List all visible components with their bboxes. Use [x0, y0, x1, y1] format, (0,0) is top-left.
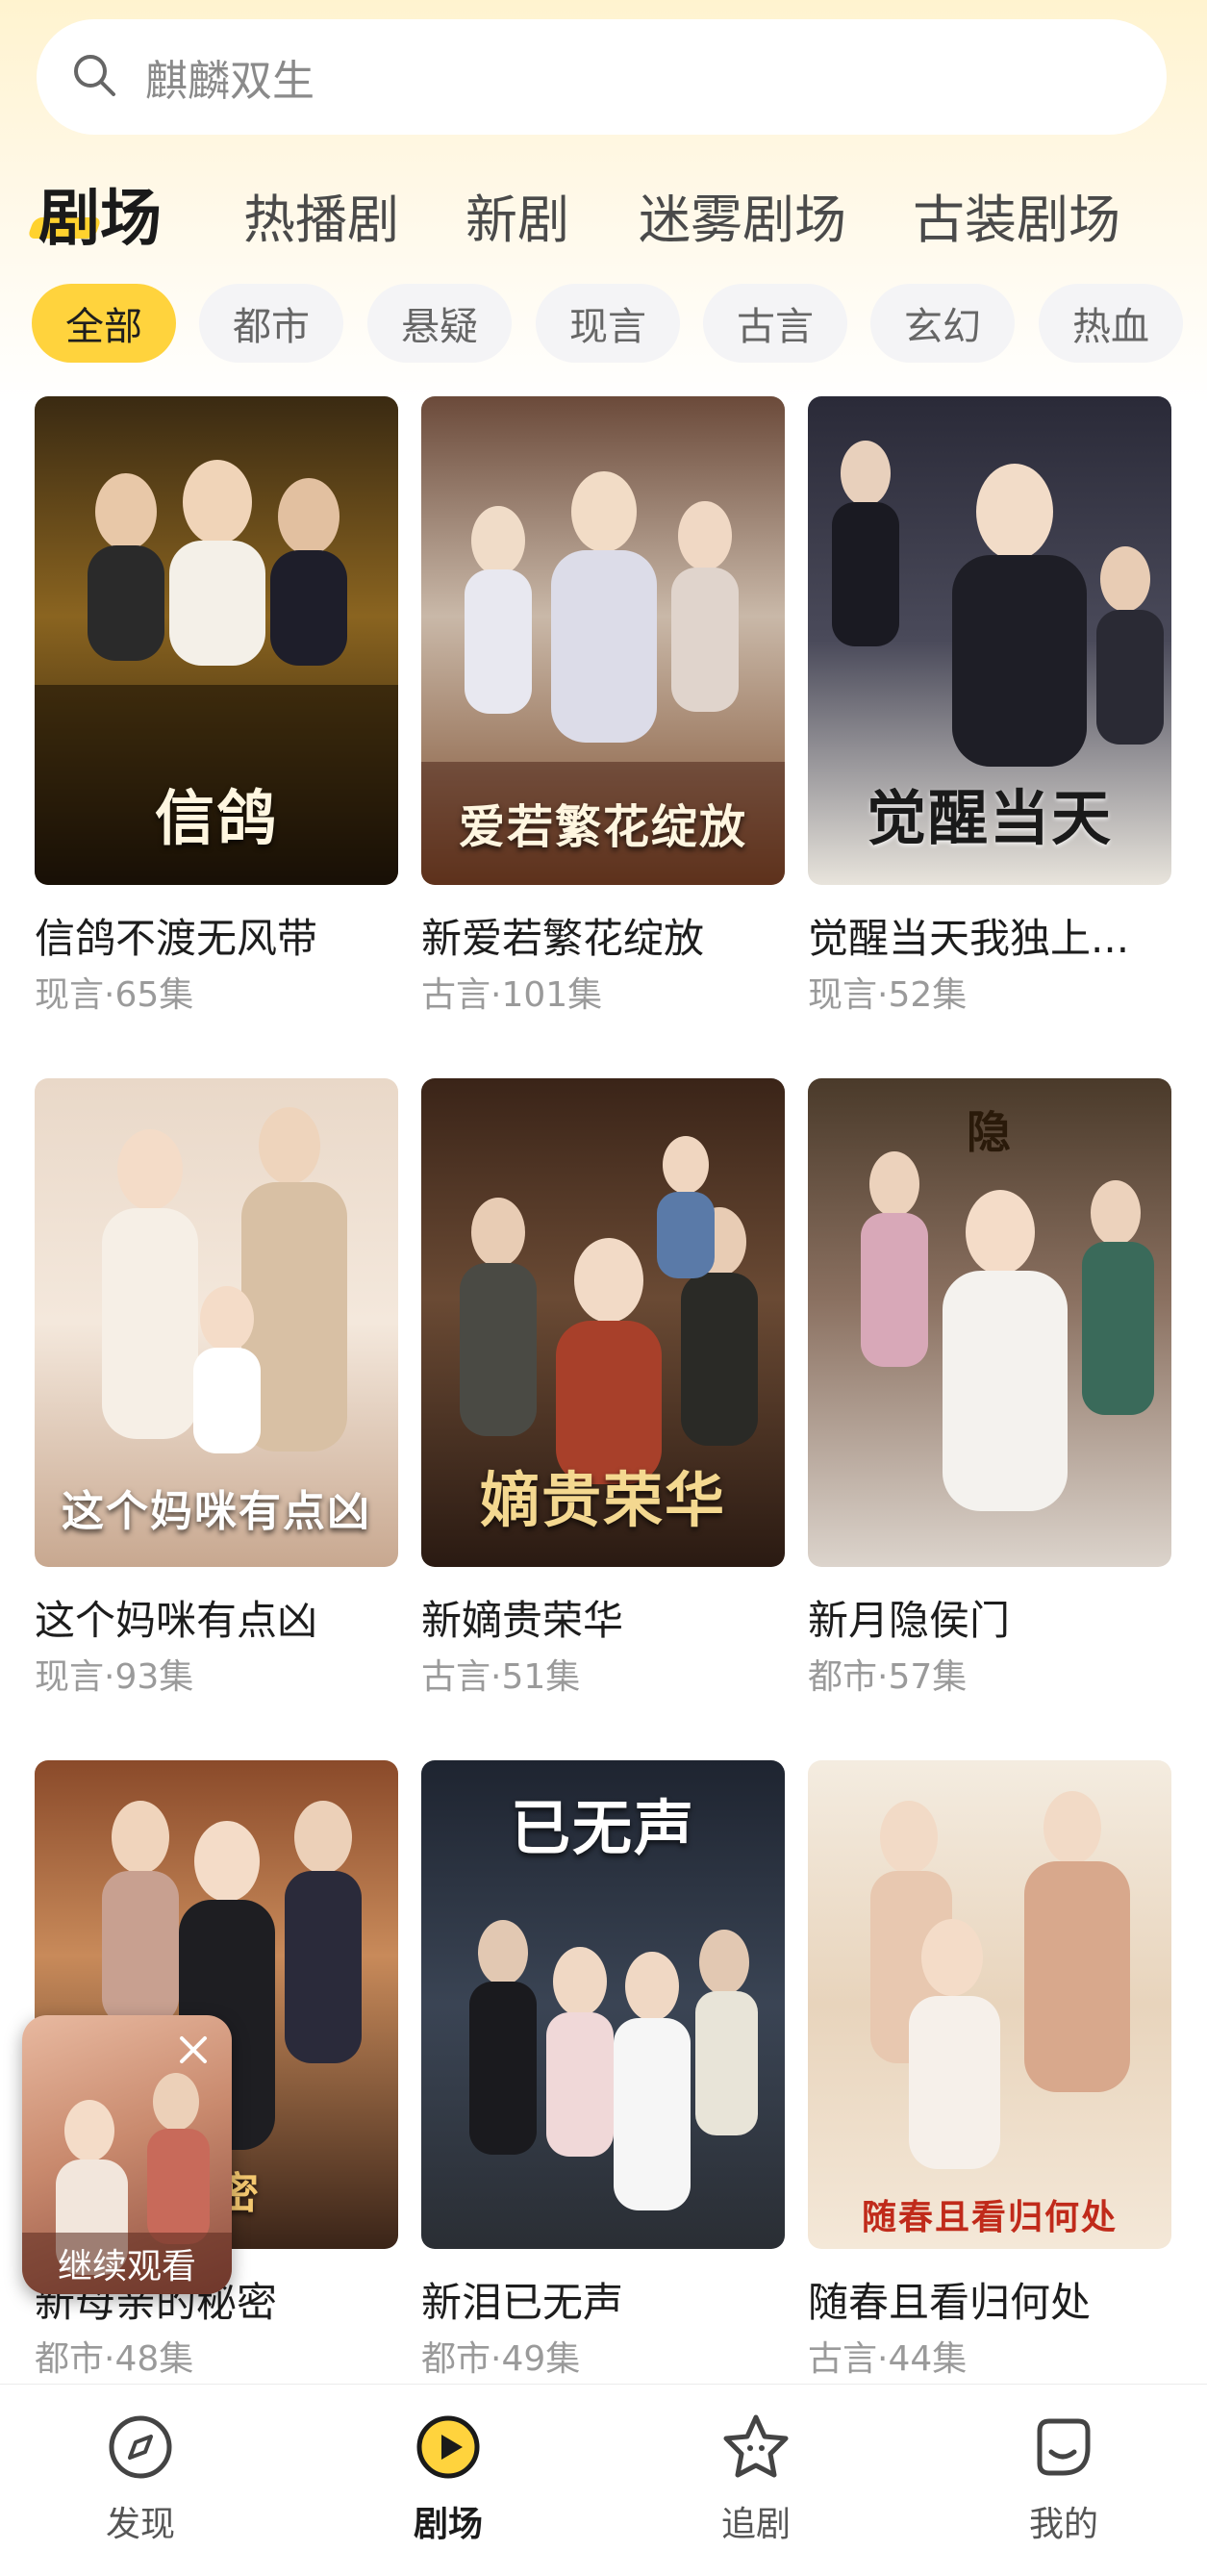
poster-title: 爱若繁花绽放 — [458, 800, 747, 854]
profile-icon — [977, 2410, 1150, 2485]
drama-card[interactable]: 嫡贵荣华 新嫡贵荣华 古言·51集 — [421, 1078, 785, 1697]
chip-modern-romance[interactable]: 现言 — [536, 284, 680, 363]
chip-suspense[interactable]: 悬疑 — [367, 284, 512, 363]
star-house-icon — [669, 2410, 842, 2485]
drama-poster[interactable]: 已无声 — [421, 1760, 785, 2249]
drama-meta: 都市·57集 — [808, 1657, 968, 1697]
poster-title: 隐 — [967, 1106, 1013, 1158]
drama-meta: 都市·48集 — [35, 2339, 194, 2379]
drama-poster[interactable]: 隐 — [808, 1078, 1171, 1567]
drama-title: 信鸽不渡无风带 — [35, 915, 318, 962]
drama-meta: 现言·93集 — [35, 1657, 194, 1697]
poster-title: 信鸽 — [154, 783, 278, 853]
nav-following[interactable]: 追剧 — [669, 2410, 842, 2546]
tab-new[interactable]: 新剧 — [465, 177, 569, 253]
drama-poster[interactable]: 觉醒当天 — [808, 396, 1171, 885]
nav-profile[interactable]: 我的 — [977, 2410, 1150, 2546]
tab-costume[interactable]: 古装剧场 — [913, 177, 1120, 253]
search-bar[interactable]: 麒麟双生 — [37, 19, 1167, 135]
drama-card[interactable]: 隐 新月隐侯门 都市·57集 — [808, 1078, 1171, 1697]
chip-fantasy[interactable]: 玄幻 — [870, 284, 1015, 363]
drama-poster[interactable]: 嫡贵荣华 — [421, 1078, 785, 1567]
nav-label: 追剧 — [720, 2505, 791, 2544]
compass-icon — [54, 2410, 227, 2485]
continue-watching-widget[interactable]: 继续观看 — [22, 2015, 232, 2294]
drama-meta: 都市·49集 — [421, 2339, 581, 2379]
chip-ancient-romance[interactable]: 古言 — [703, 284, 847, 363]
drama-title: 新泪已无声 — [421, 2279, 624, 2326]
nav-theater[interactable]: 剧场 — [362, 2410, 535, 2546]
drama-title: 新月隐侯门 — [808, 1597, 1011, 1644]
tab-mystery[interactable]: 迷雾剧场 — [639, 177, 846, 253]
poster-title: 觉醒当天 — [866, 783, 1113, 853]
drama-poster[interactable]: 这个妈咪有点凶 — [35, 1078, 398, 1567]
drama-title: 这个妈咪有点凶 — [35, 1597, 318, 1644]
nav-label: 剧场 — [413, 2505, 483, 2544]
continue-watching-label: 继续观看 — [22, 2233, 232, 2294]
nav-label: 我的 — [1028, 2505, 1098, 2544]
drama-title: 新嫡贵荣华 — [421, 1597, 624, 1644]
genre-chips: 全部 都市 悬疑 现言 古言 玄幻 热血 — [0, 284, 1207, 370]
drama-title: 新爱若繁花绽放 — [421, 915, 705, 962]
drama-title: 随春且看归何处 — [808, 2279, 1092, 2326]
drama-meta: 现言·65集 — [35, 975, 194, 1015]
poster-title: 这个妈咪有点凶 — [62, 1487, 371, 1536]
bottom-nav: 发现 剧场 追剧 我的 — [0, 2384, 1207, 2576]
drama-poster[interactable]: 信鸽 — [35, 396, 398, 885]
poster-title: 随春且看归何处 — [861, 2197, 1118, 2237]
search-input[interactable]: 麒麟双生 — [145, 46, 314, 108]
close-icon[interactable] — [176, 2033, 211, 2067]
nav-label: 发现 — [105, 2505, 175, 2544]
search-icon — [70, 51, 118, 103]
tab-theater[interactable]: 剧场 — [38, 169, 162, 258]
drama-card[interactable]: 这个妈咪有点凶 这个妈咪有点凶 现言·93集 — [35, 1078, 398, 1697]
drama-meta: 现言·52集 — [808, 975, 968, 1015]
poster-title: 已无声 — [510, 1793, 695, 1863]
drama-card[interactable]: 信鸽 信鸽不渡无风带 现言·65集 — [35, 396, 398, 1015]
drama-meta: 古言·101集 — [421, 975, 603, 1015]
tab-hot[interactable]: 热播剧 — [243, 177, 399, 253]
chip-urban[interactable]: 都市 — [199, 284, 343, 363]
drama-card[interactable]: 觉醒当天 觉醒当天我独上... 现言·52集 — [808, 396, 1171, 1015]
chip-all[interactable]: 全部 — [32, 284, 176, 363]
drama-card[interactable]: 随春且看归何处 随春且看归何处 古言·44集 — [808, 1760, 1171, 2379]
chip-action[interactable]: 热血 — [1039, 284, 1183, 363]
drama-meta: 古言·44集 — [808, 2339, 968, 2379]
drama-card[interactable]: 爱若繁花绽放 新爱若繁花绽放 古言·101集 — [421, 396, 785, 1015]
play-icon — [362, 2410, 535, 2485]
drama-card[interactable]: 已无声 新泪已无声 都市·49集 — [421, 1760, 785, 2379]
poster-title: 嫡贵荣华 — [479, 1465, 726, 1535]
drama-meta: 古言·51集 — [421, 1657, 581, 1697]
drama-poster[interactable]: 随春且看归何处 — [808, 1760, 1171, 2249]
nav-discover[interactable]: 发现 — [54, 2410, 227, 2546]
drama-poster[interactable]: 爱若繁花绽放 — [421, 396, 785, 885]
category-tabs: 剧场 热播剧 新剧 迷雾剧场 古装剧场 — [0, 164, 1207, 255]
drama-title: 觉醒当天我独上... — [808, 915, 1130, 962]
poster-figures — [870, 1791, 1130, 2169]
